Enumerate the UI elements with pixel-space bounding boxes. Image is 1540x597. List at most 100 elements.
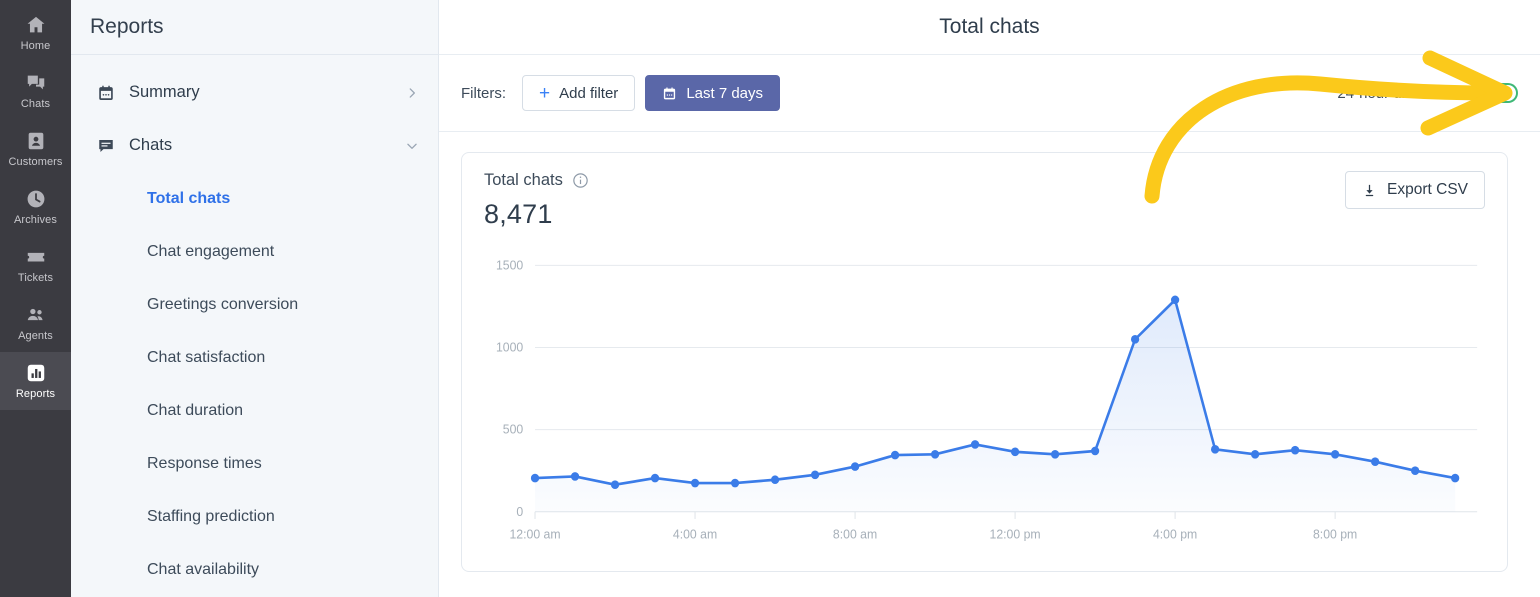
filters-label: Filters: xyxy=(461,84,506,102)
chart-data-point[interactable] xyxy=(850,462,860,471)
reports-icon xyxy=(25,362,47,384)
chats-icon xyxy=(25,72,47,94)
chart-data-point[interactable] xyxy=(610,480,620,489)
date-range-label: Last 7 days xyxy=(686,84,764,102)
rail-item-home[interactable]: Home xyxy=(0,4,71,62)
distribution-toggle[interactable] xyxy=(1482,83,1518,103)
reports-panel: Reports Summary Chats Total chats Chat e… xyxy=(71,0,439,597)
rail-label: Reports xyxy=(15,388,56,400)
agents-icon xyxy=(25,304,47,326)
svg-text:1500: 1500 xyxy=(496,258,523,272)
sidebar-item-greetings-conversion[interactable]: Greetings conversion xyxy=(71,278,438,331)
rail-item-reports[interactable]: Reports xyxy=(0,352,71,410)
card-header: Total chats 8,471 Export CSV xyxy=(484,171,1485,230)
rail-item-agents[interactable]: Agents xyxy=(0,294,71,352)
rail-label: Tickets xyxy=(17,272,54,284)
sidebar-item-total-chats[interactable]: Total chats xyxy=(71,172,438,225)
chart-data-point[interactable] xyxy=(530,473,540,483)
total-chats-chart[interactable]: 0 500 1000 1500 12:00 am 4:00 am 8:00 am 12:00… xyxy=(484,251,1485,559)
rail-item-chats[interactable]: Chats xyxy=(0,62,71,120)
chevron-down-icon xyxy=(405,139,419,153)
rail-item-customers[interactable]: Customers xyxy=(0,120,71,178)
sidebar-item-chat-engagement[interactable]: Chat engagement xyxy=(71,225,438,278)
nav-group-label: Summary xyxy=(129,83,200,101)
sidebar-item-staffing-prediction[interactable]: Staffing prediction xyxy=(71,490,438,543)
tickets-icon xyxy=(25,246,47,268)
card-metric-label-row: Total chats xyxy=(484,171,589,190)
distribution-control: 24-hour distribution: xyxy=(1337,83,1518,103)
chart-data-point[interactable] xyxy=(1170,295,1180,305)
rail-label: Customers xyxy=(8,156,63,168)
chart-data-point[interactable] xyxy=(890,450,900,460)
chat-bubble-icon xyxy=(97,137,115,155)
chart-data-point[interactable] xyxy=(770,475,780,485)
app-window: Home Chats Customers Archives Tickets Ag… xyxy=(0,0,1540,597)
report-title: Total chats xyxy=(939,15,1040,38)
svg-text:8:00 pm: 8:00 pm xyxy=(1313,527,1357,541)
nav-group-label: Chats xyxy=(129,136,173,154)
svg-text:1000: 1000 xyxy=(496,340,523,354)
chart-data-point[interactable] xyxy=(1371,457,1380,466)
add-filter-button[interactable]: + Add filter xyxy=(522,75,636,111)
archives-icon xyxy=(25,188,47,210)
chart-data-point[interactable] xyxy=(570,472,580,481)
sidebar-item-chat-satisfaction[interactable]: Chat satisfaction xyxy=(71,331,438,384)
chart-data-point[interactable] xyxy=(1090,446,1100,456)
calendar-icon xyxy=(662,86,677,101)
total-chats-card: Total chats 8,471 Export CSV 0 500 1000 … xyxy=(461,152,1508,572)
chart-data-point[interactable] xyxy=(1251,449,1260,459)
sidebar-item-chat-availability[interactable]: Chat availability xyxy=(71,543,438,596)
main-header: Total chats xyxy=(439,0,1540,55)
chart-svg: 050010001500 12:00 am 4:00 am 8:00 am 12:00… xyxy=(496,258,1485,542)
chart-data-point[interactable] xyxy=(810,470,820,480)
add-filter-label: Add filter xyxy=(559,84,619,102)
reports-panel-header: Reports xyxy=(71,0,438,55)
chart-data-point[interactable] xyxy=(1411,466,1420,476)
chart-data-point[interactable] xyxy=(1451,473,1460,483)
main-content: Total chats Filters: + Add filter Last 7… xyxy=(439,0,1540,597)
chart-data-point[interactable] xyxy=(930,449,940,459)
page-title: Reports xyxy=(90,15,164,38)
card-metric-value: 8,471 xyxy=(484,199,553,229)
nav-group-summary[interactable]: Summary xyxy=(71,66,438,119)
rail-item-tickets[interactable]: Tickets xyxy=(0,236,71,294)
chart-data-point[interactable] xyxy=(970,440,980,449)
chart-y-axis-labels: 0 500 1000 1500 xyxy=(496,258,523,519)
rail-label: Home xyxy=(20,40,51,52)
calendar-icon xyxy=(97,84,115,102)
primary-nav-rail: Home Chats Customers Archives Tickets Ag… xyxy=(0,0,71,597)
sidebar-item-response-times[interactable]: Response times xyxy=(71,437,438,490)
distribution-label: 24-hour distribution: xyxy=(1337,84,1470,102)
chart-data-point[interactable] xyxy=(1331,449,1340,459)
svg-text:12:00 pm: 12:00 pm xyxy=(990,527,1041,541)
chart-x-axis-labels: 12:00 am 4:00 am 8:00 am 12:00 pm 4:00 pm 8:0… xyxy=(509,512,1357,542)
export-csv-button[interactable]: Export CSV xyxy=(1345,171,1485,209)
info-icon[interactable] xyxy=(572,172,589,189)
toggle-knob xyxy=(1500,85,1516,101)
nav-group-chats[interactable]: Chats xyxy=(71,119,438,172)
chart-data-point[interactable] xyxy=(1050,449,1060,459)
chart-data-point[interactable] xyxy=(1210,445,1220,454)
rail-item-archives[interactable]: Archives xyxy=(0,178,71,236)
chart-data-point[interactable] xyxy=(730,478,740,488)
chart-data-point[interactable] xyxy=(1291,445,1300,455)
rail-label: Chats xyxy=(20,98,51,110)
svg-text:4:00 am: 4:00 am xyxy=(673,527,717,541)
svg-text:500: 500 xyxy=(503,423,523,437)
chart-data-point[interactable] xyxy=(1010,447,1020,457)
svg-text:8:00 am: 8:00 am xyxy=(833,527,877,541)
chart-data-point[interactable] xyxy=(690,478,700,488)
export-csv-label: Export CSV xyxy=(1387,181,1468,198)
download-icon xyxy=(1362,183,1377,198)
reports-nav-list: Summary Chats Total chats Chat engagemen… xyxy=(71,55,438,596)
card-area: Total chats 8,471 Export CSV 0 500 1000 … xyxy=(439,132,1540,597)
card-metric-label: Total chats xyxy=(484,171,563,189)
chart-data-point[interactable] xyxy=(650,473,660,483)
rail-label: Agents xyxy=(18,330,53,342)
sidebar-item-chat-duration[interactable]: Chat duration xyxy=(71,384,438,437)
date-range-button[interactable]: Last 7 days xyxy=(645,75,781,111)
chart-data-point[interactable] xyxy=(1130,334,1140,344)
chevron-right-icon xyxy=(405,86,419,100)
plus-icon: + xyxy=(539,82,551,104)
rail-label: Archives xyxy=(14,214,57,226)
